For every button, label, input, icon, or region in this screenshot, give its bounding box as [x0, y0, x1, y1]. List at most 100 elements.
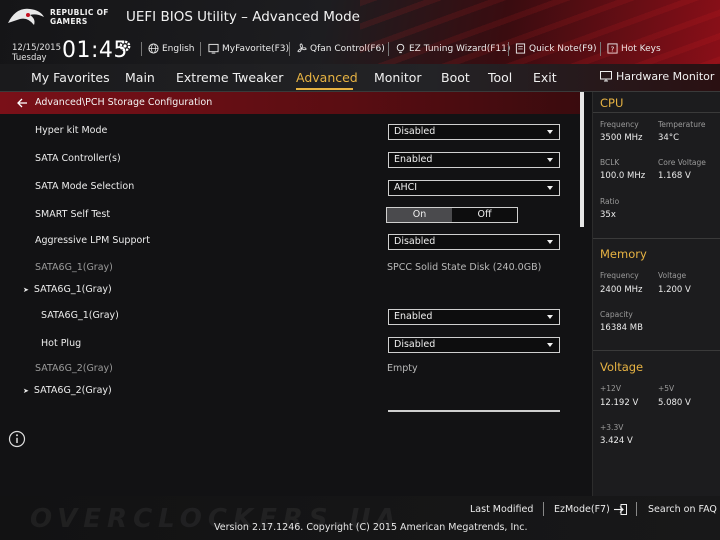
quick-note-label: Quick Note(F9) — [529, 43, 597, 54]
hyper-kit-dropdown[interactable]: Disabled — [388, 124, 560, 140]
sata6g-2-expander-label: SATA6G_2(Gray) — [33, 385, 112, 396]
toolbar-separator — [200, 42, 201, 56]
sata6g-1-expander-label: SATA6G_1(Gray) — [33, 284, 112, 295]
sata6g-2-info-label: SATA6G_2(Gray) — [35, 363, 113, 374]
menu-main[interactable]: Main — [125, 70, 155, 85]
smart-on-option[interactable]: On — [387, 208, 452, 222]
menu-tool[interactable]: Tool — [488, 70, 512, 85]
aggressive-lpm-dropdown[interactable]: Disabled — [388, 234, 560, 250]
header-bar: REPUBLIC OF GAMERS UEFI BIOS Utility – A… — [0, 0, 720, 64]
myfavorite-label: MyFavorite(F3) — [222, 43, 289, 54]
sata-controller-value: Enabled — [394, 154, 433, 165]
sata6g-1-enable-dropdown[interactable]: Enabled — [388, 309, 560, 325]
cpu-frequency-value: 3500 MHz — [600, 133, 643, 143]
menu-my-favorites[interactable]: My Favorites — [31, 70, 110, 85]
qfan-button[interactable]: Qfan Control(F6) — [296, 43, 385, 54]
language-button[interactable]: English — [148, 43, 195, 54]
exit-arrow-icon — [613, 504, 627, 515]
hyper-kit-value: Disabled — [394, 126, 436, 137]
myfavorite-button[interactable]: MyFavorite(F3) — [208, 43, 289, 54]
quick-note-button[interactable]: Quick Note(F9) — [515, 43, 597, 54]
hardware-monitor-panel: CPU Frequency Temperature 3500 MHz 34°C … — [592, 92, 720, 496]
memory-frequency-label: Frequency — [600, 271, 639, 280]
last-modified-button[interactable]: Last Modified — [470, 504, 533, 515]
hyper-kit-label: Hyper kit Mode — [35, 125, 108, 136]
ratio-label: Ratio — [600, 197, 620, 206]
dropdown-arrow-icon — [547, 186, 553, 190]
fan-icon — [297, 43, 307, 53]
sata-mode-dropdown[interactable]: AHCI — [388, 180, 560, 196]
breadcrumb-path: Advanced\PCH Storage Configuration — [35, 97, 213, 108]
toolbar-separator — [600, 42, 601, 56]
ez-tuning-button[interactable]: EZ Tuning Wizard(F11) — [395, 43, 510, 54]
hot-keys-button[interactable]: ? Hot Keys — [607, 43, 661, 54]
v12-label: +12V — [600, 384, 621, 393]
app-title: UEFI BIOS Utility – Advanced Mode — [126, 9, 360, 25]
day-display: Tuesday — [12, 53, 47, 63]
smart-off-option[interactable]: Off — [452, 208, 517, 222]
info-icon[interactable] — [8, 430, 26, 448]
gear-icon[interactable] — [118, 39, 132, 53]
v5-value: 5.080 V — [658, 398, 691, 408]
menu-monitor[interactable]: Monitor — [374, 70, 422, 85]
cpu-temperature-label: Temperature — [658, 120, 706, 129]
sata6g-1-expander[interactable]: ➤ SATA6G_1(Gray) — [23, 284, 112, 295]
globe-icon — [148, 43, 159, 54]
date-display: 12/15/2015 — [12, 43, 61, 53]
menu-advanced[interactable]: Advanced — [296, 70, 358, 85]
memory-voltage-label: Voltage — [658, 271, 687, 280]
help-icon: ? — [607, 43, 618, 54]
menu-boot[interactable]: Boot — [441, 70, 470, 85]
section-divider — [593, 350, 720, 351]
sata6g-2-expander[interactable]: ➤ SATA6G_2(Gray) — [23, 385, 112, 396]
bclk-label: BCLK — [600, 158, 620, 167]
sata-controller-label: SATA Controller(s) — [35, 153, 121, 164]
toolbar-separator — [388, 42, 389, 56]
menu-exit[interactable]: Exit — [533, 70, 557, 85]
memory-capacity-label: Capacity — [600, 310, 633, 319]
v33-label: +3.3V — [600, 423, 624, 432]
bclk-value: 100.0 MHz — [600, 171, 646, 181]
hot-plug-dropdown[interactable]: Disabled — [388, 337, 560, 353]
hot-keys-label: Hot Keys — [621, 43, 661, 54]
note-icon — [515, 43, 526, 54]
menu-extreme-tweaker[interactable]: Extreme Tweaker — [176, 70, 283, 85]
memory-capacity-value: 16384 MB — [600, 323, 643, 333]
version-text: Version 2.17.1246. Copyright (C) 2015 Am… — [214, 522, 528, 533]
dropdown-arrow-icon — [547, 343, 553, 347]
footer-separator — [543, 502, 544, 516]
search-faq-button[interactable]: Search on FAQ — [648, 504, 717, 515]
aggressive-lpm-value: Disabled — [394, 236, 436, 247]
monitor-icon — [600, 71, 612, 82]
svg-text:?: ? — [611, 44, 615, 53]
qfan-label: Qfan Control(F6) — [310, 43, 385, 54]
ez-tuning-label: EZ Tuning Wizard(F11) — [409, 43, 511, 54]
favorite-icon — [208, 43, 219, 54]
toolbar-separator — [289, 42, 290, 56]
hot-plug-value: Disabled — [394, 339, 436, 350]
ezmode-button[interactable]: EzMode(F7) — [554, 504, 627, 515]
hot-plug-label: Hot Plug — [41, 338, 82, 349]
chevron-right-icon: ➤ — [23, 387, 29, 395]
smart-self-test-label: SMART Self Test — [35, 209, 111, 220]
toolbar-separator — [508, 42, 509, 56]
core-voltage-label: Core Voltage — [658, 158, 706, 167]
v5-label: +5V — [658, 384, 675, 393]
smart-self-test-toggle[interactable]: On Off — [386, 207, 518, 223]
chevron-right-icon: ➤ — [23, 286, 29, 294]
voltage-section-title: Voltage — [600, 360, 644, 374]
back-arrow-icon[interactable] — [16, 97, 28, 109]
sata6g-1-enable-value: Enabled — [394, 311, 433, 322]
language-label: English — [162, 43, 195, 54]
memory-section-title: Memory — [600, 247, 647, 261]
hardware-monitor-header: Hardware Monitor — [600, 70, 714, 83]
memory-voltage-value: 1.200 V — [658, 285, 691, 295]
brand-line-2: GAMERS — [50, 17, 88, 26]
sata-controller-dropdown[interactable]: Enabled — [388, 152, 560, 168]
scrollbar[interactable] — [580, 92, 584, 227]
v33-value: 3.424 V — [600, 436, 633, 446]
sata-mode-label: SATA Mode Selection — [35, 181, 135, 192]
breadcrumb: Advanced\PCH Storage Configuration — [0, 92, 580, 114]
brand-line-1: REPUBLIC OF — [50, 8, 109, 17]
cpu-temperature-value: 34°C — [658, 133, 680, 143]
